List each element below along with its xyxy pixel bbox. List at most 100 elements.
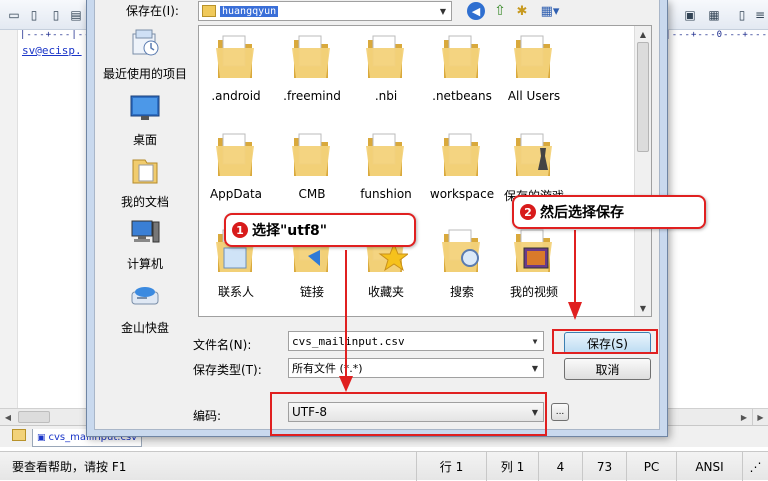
encoding-more-button[interactable]: ... bbox=[551, 403, 569, 421]
file-item[interactable]: 保存的游戏 bbox=[497, 130, 571, 204]
filename-value: cvs_mailinput.csv bbox=[292, 334, 405, 348]
up-folder-icon[interactable]: ⇧ bbox=[491, 2, 509, 20]
filetype-value: 所有文件 (*.*) bbox=[292, 362, 363, 375]
save-in-label: 保存在(I): bbox=[126, 4, 179, 18]
vertical-scrollbar[interactable]: ▲ ▼ bbox=[634, 26, 651, 316]
desktop-icon bbox=[130, 95, 160, 120]
file-item-label: .android bbox=[211, 89, 261, 103]
folder-icon bbox=[216, 133, 254, 176]
place-desktop[interactable]: 桌面 bbox=[95, 94, 195, 148]
place-label: 金山快盘 bbox=[120, 321, 169, 335]
filename-input[interactable]: cvs_mailinput.csv ▼ bbox=[288, 331, 544, 351]
save-in-combo[interactable]: huangqyun ▼ bbox=[198, 1, 452, 21]
status-value-2: 73 bbox=[582, 452, 626, 481]
hex-icon[interactable]: ▦ bbox=[704, 5, 724, 25]
file-item-label: .nbi bbox=[374, 89, 398, 103]
filetype-label: 保存类型(T): bbox=[193, 363, 262, 377]
place-recent[interactable]: 最近使用的项目 bbox=[95, 28, 195, 82]
folder-icon bbox=[216, 35, 254, 78]
folder-icon[interactable] bbox=[12, 429, 26, 441]
chevron-down-icon[interactable]: ▼ bbox=[527, 332, 543, 350]
list-icon[interactable]: ≡ bbox=[750, 5, 768, 25]
recent-icon bbox=[132, 29, 159, 56]
search-icon bbox=[442, 229, 480, 272]
folder-icon bbox=[442, 133, 480, 176]
file-item[interactable]: 我的视频 bbox=[497, 226, 571, 300]
scroll-right-icon[interactable]: ▶ bbox=[736, 409, 752, 425]
status-value-1: 4 bbox=[538, 452, 582, 481]
scroll-thumb[interactable] bbox=[637, 42, 649, 152]
step-1-text: 选择"utf8" bbox=[252, 223, 328, 239]
file-item-label: 我的视频 bbox=[509, 285, 558, 299]
file-item-label: 搜索 bbox=[449, 285, 474, 299]
horizontal-scrollbar-right[interactable]: ▶ ▶ bbox=[668, 408, 768, 425]
new-doc-icon[interactable]: ▯ bbox=[24, 5, 44, 25]
line-gutter bbox=[0, 30, 18, 425]
step-1-badge: 1 bbox=[232, 222, 248, 238]
chevron-down-icon[interactable]: ▼ bbox=[435, 2, 451, 20]
file-item-label: workspace bbox=[429, 187, 495, 201]
place-label: 我的文档 bbox=[120, 195, 169, 209]
file-item[interactable]: .freemind bbox=[275, 32, 349, 103]
scroll-down-icon[interactable]: ▼ bbox=[635, 300, 651, 316]
chevron-down-icon[interactable]: ▼ bbox=[527, 359, 543, 377]
folder-icon bbox=[292, 35, 330, 78]
new-folder-icon[interactable]: ✱ bbox=[513, 2, 531, 20]
place-kuaipan[interactable]: 金山快盘 bbox=[95, 282, 195, 336]
encoding-label: 编码: bbox=[193, 409, 222, 423]
status-bar: 要查看帮助，请按 F1 行 1 列 1 4 73 PC ANSI ⋰ bbox=[0, 451, 768, 481]
column-ruler: |---+---|---+---|---+---|---+---|---+---… bbox=[20, 30, 86, 40]
save-in-value: huangqyun bbox=[220, 5, 279, 17]
file-item-label: All Users bbox=[507, 89, 561, 103]
folder-icon bbox=[366, 35, 404, 78]
toolbar-icon[interactable]: ▤ bbox=[66, 5, 86, 25]
page-icon[interactable]: ▯ bbox=[732, 5, 752, 25]
file-item-label: .freemind bbox=[283, 89, 341, 103]
filetype-select[interactable]: 所有文件 (*.*) ▼ bbox=[288, 358, 544, 378]
file-item-label: 收藏夹 bbox=[367, 285, 404, 299]
view-menu-icon[interactable]: ▦▾ bbox=[537, 2, 563, 20]
step-1-callout: 1 选择"utf8" bbox=[224, 213, 416, 247]
place-documents[interactable]: 我的文档 bbox=[95, 156, 195, 210]
file-item[interactable]: CMB bbox=[275, 130, 349, 201]
resize-grip-icon[interactable]: ⋰ bbox=[742, 452, 768, 481]
status-column: 列 1 bbox=[486, 452, 538, 481]
step-2-badge: 2 bbox=[520, 204, 536, 220]
new-file-icon[interactable]: ▭ bbox=[4, 5, 24, 25]
file-item-label: 链接 bbox=[299, 285, 324, 299]
csv-file-icon: ▣ bbox=[37, 432, 46, 443]
folder-icon bbox=[514, 35, 552, 78]
file-item[interactable]: workspace bbox=[425, 130, 499, 201]
filename-label: 文件名(N): bbox=[193, 338, 252, 352]
folder-icon bbox=[292, 133, 330, 176]
file-list[interactable]: .android .freemind .nbi .netbeans All Users A… bbox=[198, 25, 652, 317]
cancel-button[interactable]: 取消 bbox=[564, 358, 651, 380]
save-in-row: 保存在(I): huangqyun ▼ ◀ ⇧ ✱ ▦▾ bbox=[95, 0, 661, 24]
scroll-left-icon[interactable]: ◀ bbox=[0, 409, 16, 425]
back-icon[interactable]: ◀ bbox=[467, 2, 485, 20]
scroll-thumb[interactable] bbox=[18, 411, 50, 423]
file-item[interactable]: AppData bbox=[199, 130, 273, 201]
file-item[interactable]: .android bbox=[199, 32, 273, 103]
file-item[interactable]: funshion bbox=[349, 130, 423, 201]
step-2-callout: 2 然后选择保存 bbox=[512, 195, 706, 229]
view-icon[interactable]: ▣ bbox=[680, 5, 700, 25]
file-item[interactable]: .nbi bbox=[349, 32, 423, 103]
place-computer[interactable]: 计算机 bbox=[95, 218, 195, 272]
folder-icon bbox=[366, 133, 404, 176]
horizontal-scrollbar[interactable]: ◀ bbox=[0, 408, 86, 425]
file-item[interactable]: All Users bbox=[497, 32, 571, 103]
encoding-highlight bbox=[270, 392, 547, 436]
open-doc-icon[interactable]: ▯ bbox=[46, 5, 66, 25]
status-encoding: ANSI bbox=[676, 452, 742, 481]
scroll-up-icon[interactable]: ▲ bbox=[635, 26, 651, 42]
text-line[interactable]: sv@ecisp. bbox=[22, 44, 84, 57]
file-item-label: CMB bbox=[298, 187, 326, 201]
status-eol: PC bbox=[626, 452, 676, 481]
file-item[interactable]: 搜索 bbox=[425, 226, 499, 300]
file-item-label: funshion bbox=[360, 187, 412, 201]
games-icon bbox=[514, 133, 552, 176]
column-ruler-right: |---+---|---+---|---+---|---+---|---+---… bbox=[668, 30, 768, 40]
kuaipan-icon bbox=[131, 287, 159, 305]
file-item[interactable]: .netbeans bbox=[425, 32, 499, 103]
